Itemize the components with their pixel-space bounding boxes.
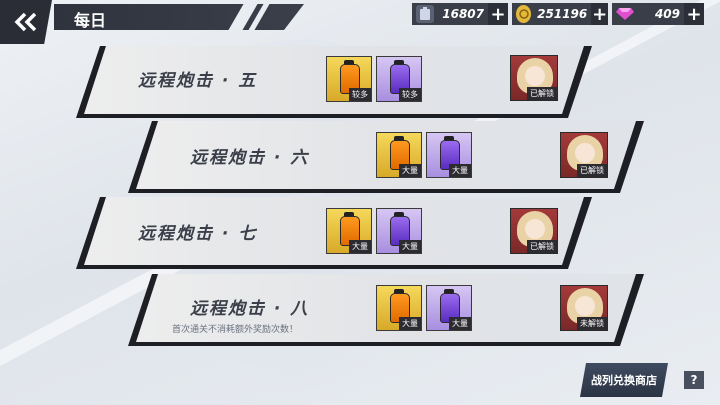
add-gem-button[interactable]: +	[684, 3, 704, 25]
first-clear-hint: 首次通关不消耗额外奖励次数！	[172, 325, 299, 335]
battery-value: 16807	[442, 7, 484, 21]
character-portrait: 未解锁	[560, 285, 608, 331]
purple-drink-icon[interactable]: 较多	[376, 56, 422, 102]
battery-icon	[416, 5, 434, 23]
coin-value: 251196	[537, 7, 588, 21]
resource-coin: 251196 +	[512, 3, 608, 25]
gold-drink-icon[interactable]: 大量	[376, 132, 422, 178]
resource-gem: 409 +	[612, 3, 704, 25]
top-bar: 每日 16807 + 251196 + 409 +	[0, 0, 720, 44]
character-portrait: 已解锁	[560, 132, 608, 178]
gold-drink-icon[interactable]: 较多	[326, 56, 372, 102]
purple-drink-icon[interactable]: 大量	[376, 208, 422, 254]
stage-banner[interactable]: 远程炮击 · 八 首次通关不消耗额外奖励次数！ 大量 大量 未解锁	[128, 274, 644, 346]
resource-battery: 16807 +	[412, 3, 508, 25]
reward-tag: 大量	[399, 164, 421, 177]
stage-title: 远程炮击 · 七	[138, 224, 258, 244]
reward-tag: 大量	[399, 240, 421, 253]
back-button[interactable]	[0, 0, 52, 44]
unlock-status: 未解锁	[577, 317, 607, 330]
double-chevron-left-icon	[14, 12, 37, 32]
unlock-status: 已解锁	[527, 87, 557, 100]
stage-title: 远程炮击 · 六	[190, 148, 310, 168]
stage-banner[interactable]: 远程炮击 · 五 较多 较多 已解锁	[76, 46, 592, 118]
stage-banner[interactable]: 远程炮击 · 六 大量 大量 已解锁	[128, 121, 644, 193]
reward-tag: 较多	[399, 88, 421, 101]
gem-icon	[616, 5, 634, 23]
add-battery-button[interactable]: +	[488, 3, 508, 25]
gold-drink-icon[interactable]: 大量	[326, 208, 372, 254]
character-portrait: 已解锁	[510, 55, 558, 101]
add-coin-button[interactable]: +	[591, 3, 608, 25]
unlock-status: 已解锁	[527, 240, 557, 253]
reward-tag: 大量	[399, 317, 421, 330]
coin-icon	[516, 5, 532, 23]
purple-drink-icon[interactable]: 大量	[426, 132, 472, 178]
reward-tag: 大量	[449, 317, 471, 330]
reward-tag: 大量	[349, 240, 371, 253]
exchange-shop-button[interactable]: 战列兑换商店	[580, 363, 668, 397]
help-button[interactable]: ?	[684, 371, 704, 389]
purple-drink-icon[interactable]: 大量	[426, 285, 472, 331]
unlock-status: 已解锁	[577, 164, 607, 177]
stage-title: 远程炮击 · 八	[190, 299, 310, 319]
reward-tag: 较多	[349, 88, 371, 101]
gold-drink-icon[interactable]: 大量	[376, 285, 422, 331]
gem-value: 409	[654, 7, 680, 21]
stage-title: 远程炮击 · 五	[138, 71, 258, 91]
stage-banner[interactable]: 远程炮击 · 七 大量 大量 已解锁	[76, 197, 592, 269]
reward-tag: 大量	[449, 164, 471, 177]
page-title: 每日	[74, 11, 107, 30]
character-portrait: 已解锁	[510, 208, 558, 254]
